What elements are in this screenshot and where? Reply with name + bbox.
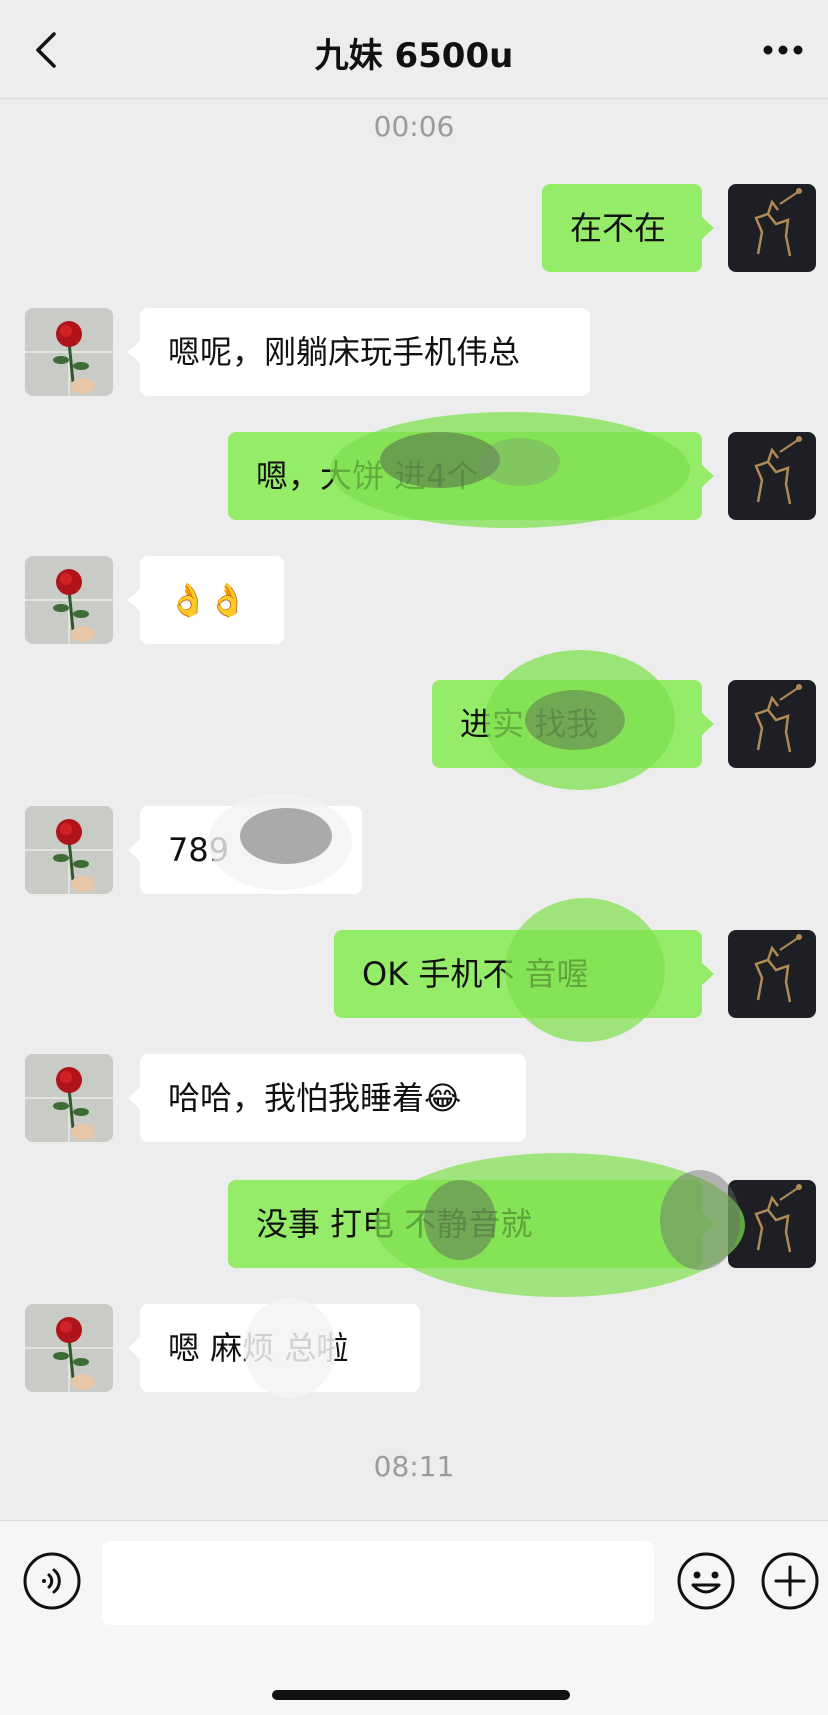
message-bubble-received[interactable]: 嗯 麻烦 总啦 — [128, 1304, 420, 1392]
rose-icon — [25, 556, 113, 644]
horse-polo-avatar[interactable] — [728, 432, 816, 520]
message-bubble-sent[interactable]: 没事 打电 不静音就 — [228, 1180, 714, 1268]
input-bar — [0, 1520, 828, 1715]
rose-avatar[interactable] — [25, 806, 113, 894]
voice-icon[interactable] — [22, 1551, 82, 1611]
rose-icon — [25, 806, 113, 894]
plus-icon[interactable] — [760, 1551, 820, 1611]
rose-avatar[interactable] — [25, 1304, 113, 1392]
horse-polo-avatar[interactable] — [728, 184, 816, 272]
polo-horse-icon — [754, 188, 802, 257]
message-bubble-sent[interactable]: OK 手机不 音喔 — [334, 930, 714, 1018]
polo-horse-icon — [754, 436, 802, 505]
rose-icon — [25, 1304, 113, 1392]
rose-avatar[interactable] — [25, 1054, 113, 1142]
rose-icon — [25, 1054, 113, 1142]
polo-horse-icon — [754, 934, 802, 1003]
horse-polo-avatar[interactable] — [728, 680, 816, 768]
polo-horse-icon — [754, 1184, 802, 1253]
rose-avatar[interactable] — [25, 308, 113, 396]
timestamp: 08:11 — [373, 1450, 455, 1483]
timestamp: 00:06 — [373, 110, 455, 143]
rose-icon — [25, 308, 113, 396]
chat-header: 九妹 6500u — [0, 0, 828, 99]
message-bubble-received[interactable]: 嗯呢，刚躺床玩手机伟总 — [128, 308, 590, 396]
message-bubble-received[interactable]: 789 — [128, 806, 362, 894]
chat-title: 九妹 6500u — [314, 36, 514, 76]
home-indicator[interactable] — [272, 1690, 570, 1700]
message-bubble-sent[interactable]: 嗯，大饼 进4个 — [228, 432, 714, 520]
message-bubble-sent[interactable]: 进实 找我 — [432, 680, 714, 768]
message-bubble-received[interactable]: 👌👌 — [128, 556, 284, 644]
message-input[interactable] — [102, 1541, 654, 1625]
emoji-icon[interactable] — [676, 1551, 736, 1611]
polo-horse-icon — [754, 684, 802, 753]
horse-polo-avatar[interactable] — [728, 1180, 816, 1268]
rose-avatar[interactable] — [25, 556, 113, 644]
more-dots-icon[interactable] — [762, 44, 804, 56]
message-bubble-received[interactable]: 哈哈，我怕我睡着😂 — [128, 1054, 526, 1142]
message-bubble-sent[interactable]: 在不在 — [542, 184, 714, 272]
horse-polo-avatar[interactable] — [728, 930, 816, 1018]
